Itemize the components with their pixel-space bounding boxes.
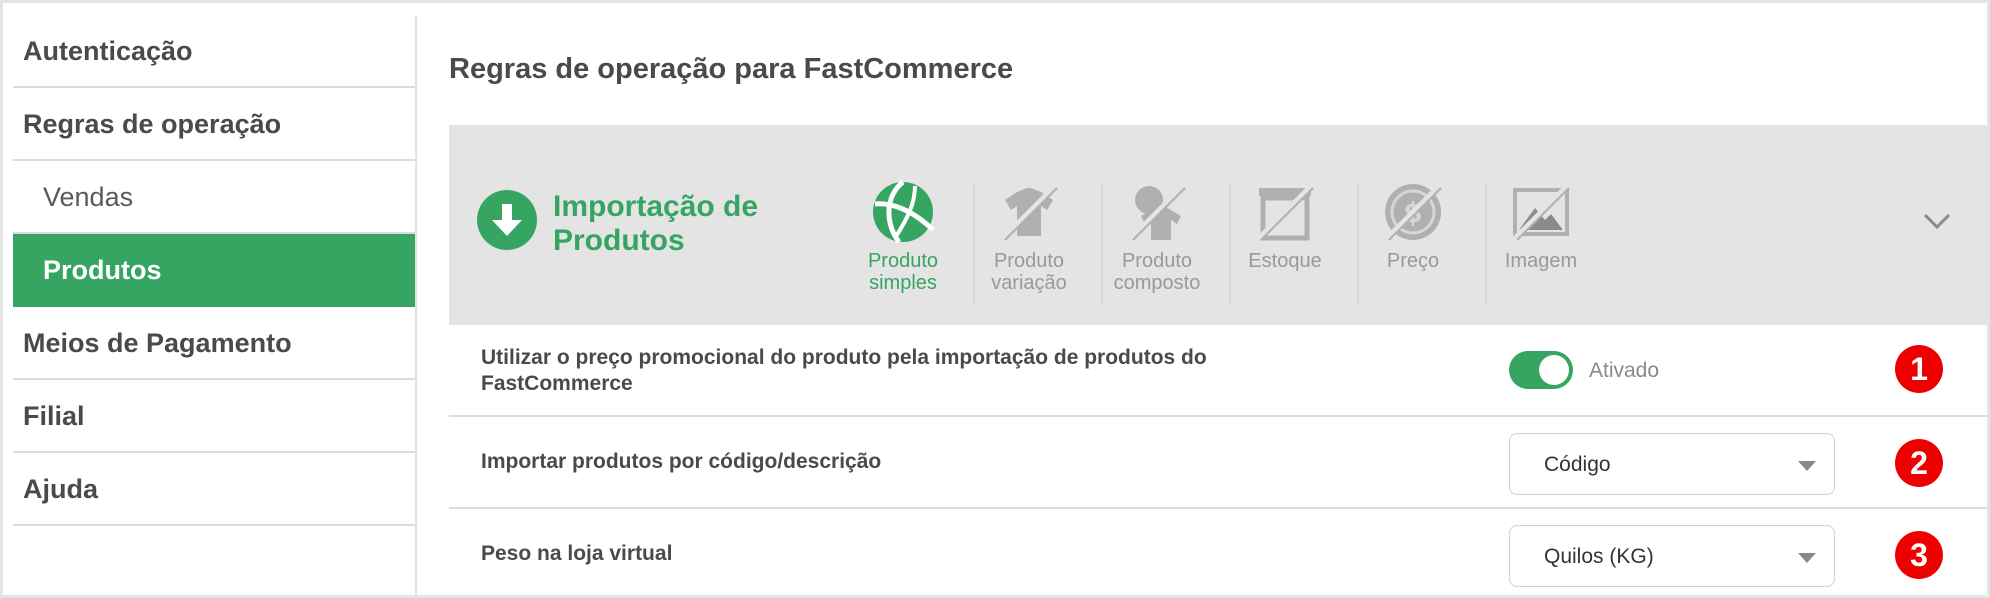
toggle-knob bbox=[1539, 355, 1569, 385]
setting-row-import-by: Importar produtos por código/descrição C… bbox=[449, 417, 1987, 509]
setting-label: Utilizar o preço promocional do produto … bbox=[481, 345, 1207, 397]
panel-title-line1: Importação de bbox=[553, 190, 759, 223]
caret-down-icon bbox=[1798, 461, 1816, 471]
tab-produto-simples[interactable]: Produto simples bbox=[841, 180, 965, 294]
tab-produto-variacao[interactable]: Produto variação bbox=[967, 180, 1091, 294]
tab-estoque[interactable]: Estoque bbox=[1223, 180, 1347, 272]
promotional-price-toggle[interactable] bbox=[1509, 351, 1573, 389]
tab-imagem[interactable]: Imagem bbox=[1479, 180, 1603, 272]
tab-produto-composto-line1: Produto bbox=[1121, 250, 1193, 272]
sidebar: Autenticação Regras de operação Vendas P… bbox=[13, 15, 417, 595]
download-circle-icon bbox=[477, 190, 537, 250]
tab-produto-variacao-line2: variação bbox=[991, 272, 1067, 294]
sidebar-item-autenticacao[interactable]: Autenticação bbox=[13, 15, 415, 88]
weight-unit-select[interactable]: Quilos (KG) bbox=[1509, 525, 1835, 587]
image-icon bbox=[1513, 184, 1570, 241]
sidebar-item-ajuda[interactable]: Ajuda bbox=[13, 453, 415, 526]
setting-row-weight: Peso na loja virtual Quilos (KG) 3 bbox=[449, 509, 1987, 595]
panel-title: Importação de Produtos bbox=[553, 190, 758, 258]
panel-title-line2: Produtos bbox=[553, 224, 685, 257]
sidebar-item-meios-de-pagamento[interactable]: Meios de Pagamento bbox=[13, 307, 415, 380]
caret-down-icon bbox=[1798, 553, 1816, 563]
beach-ball-icon bbox=[873, 180, 935, 244]
page-title: Regras de operação para FastCommerce bbox=[449, 53, 1014, 85]
tab-produto-simples-line1: Produto bbox=[867, 250, 939, 272]
sidebar-item-filial[interactable]: Filial bbox=[13, 380, 415, 453]
tab-estoque-label: Estoque bbox=[1248, 250, 1322, 272]
sidebar-item-vendas[interactable]: Vendas bbox=[13, 161, 415, 234]
sidebar-item-produtos[interactable]: Produtos bbox=[13, 234, 415, 307]
select-value: Código bbox=[1544, 453, 1611, 476]
setting-label: Peso na loja virtual bbox=[481, 542, 673, 565]
annotation-badge-2: 2 bbox=[1895, 439, 1943, 487]
tab-imagem-label: Imagem bbox=[1504, 250, 1578, 272]
app-frame: Autenticação Regras de operação Vendas P… bbox=[0, 0, 1990, 598]
tab-preco[interactable]: $ Preço bbox=[1351, 180, 1475, 272]
toggle-status-text: Ativado bbox=[1589, 359, 1660, 382]
annotation-badge-3: 3 bbox=[1895, 531, 1943, 579]
main-content: Regras de operação para FastCommerce Imp… bbox=[417, 3, 1987, 595]
tab-preco-label: Preço bbox=[1386, 250, 1440, 272]
setting-label: Importar produtos por código/descrição bbox=[481, 450, 882, 473]
chevron-down-icon[interactable] bbox=[1919, 203, 1955, 239]
setting-label-line2: FastCommerce bbox=[481, 372, 633, 395]
import-products-panel: Importação de Produtos Produto simples P… bbox=[449, 125, 1987, 325]
setting-label-line1: Utilizar o preço promocional do produto … bbox=[481, 346, 1207, 369]
tab-produto-composto-line2: composto bbox=[1113, 272, 1201, 294]
select-value: Quilos (KG) bbox=[1544, 545, 1654, 568]
price-icon: $ bbox=[1385, 184, 1442, 241]
sidebar-item-regras-de-operacao[interactable]: Regras de operação bbox=[13, 88, 415, 161]
setting-row-promotional-price: Utilizar o preço promocional do produto … bbox=[449, 325, 1987, 417]
tab-produto-variacao-line1: Produto bbox=[993, 250, 1065, 272]
tab-produto-composto[interactable]: Produto composto bbox=[1095, 180, 1219, 294]
import-by-select[interactable]: Código bbox=[1509, 433, 1835, 495]
annotation-badge-1: 1 bbox=[1895, 345, 1943, 393]
tab-produto-simples-line2: simples bbox=[869, 272, 937, 294]
composite-product-icon bbox=[1129, 184, 1186, 241]
shirt-icon bbox=[1001, 184, 1058, 241]
stock-icon bbox=[1257, 184, 1314, 241]
